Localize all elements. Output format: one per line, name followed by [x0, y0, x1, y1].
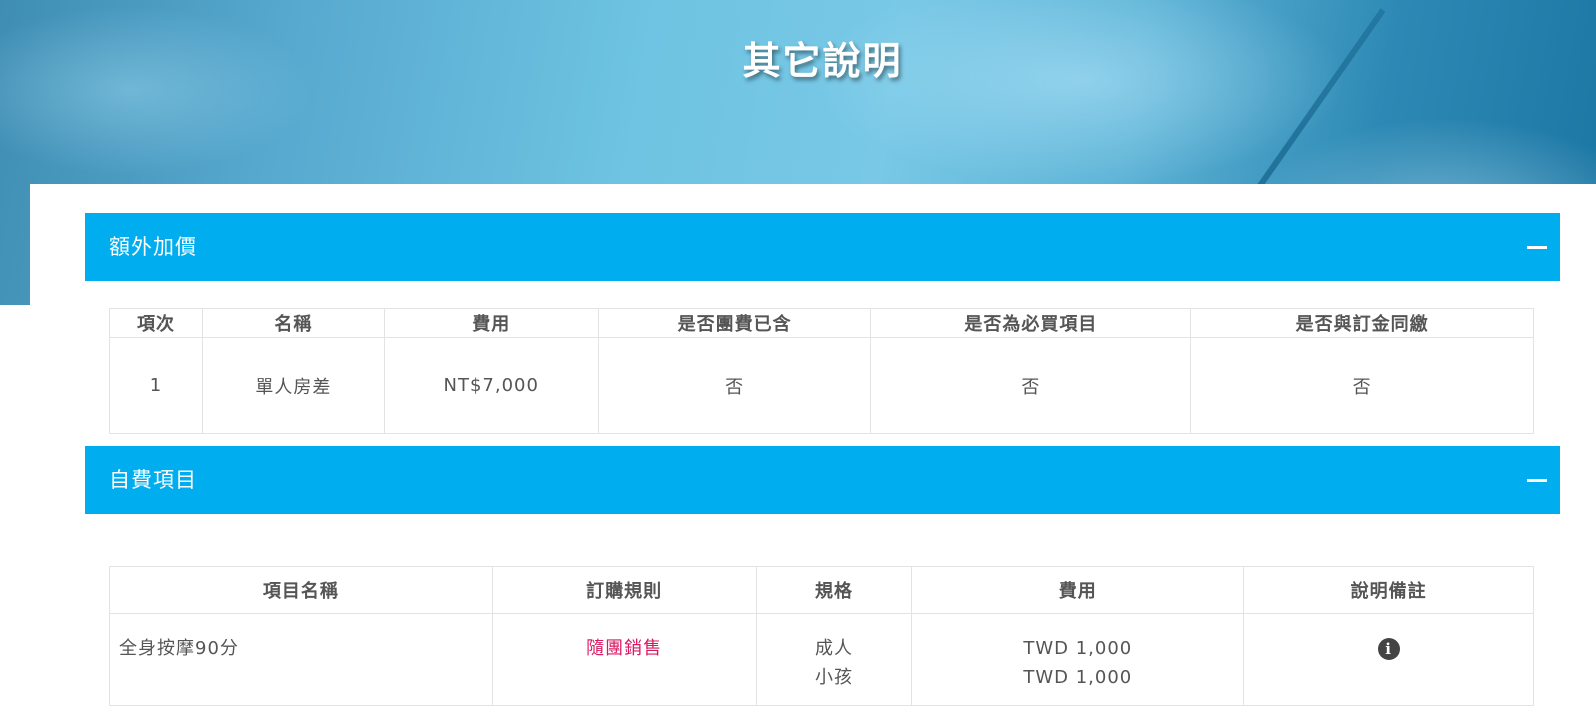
column-header: 規格: [755, 566, 913, 614]
column-header: 項目名稱: [109, 566, 493, 614]
table-row: 全身按摩90分 隨團銷售 成人 小孩 TWD 1,000 TWD 1,000 i: [109, 613, 1534, 706]
optional-items-table: 項目名稱 訂購規則 規格 費用 說明備註 全身按摩90分 隨團銷售 成人 小孩 …: [109, 566, 1534, 706]
content-panel: 額外加價 項次 名稱 費用 是否團費已含 是否為必買項目 是否與訂金同繳 1 單…: [30, 184, 1596, 726]
spec-child: 小孩: [814, 667, 853, 688]
item-required: 否: [870, 337, 1192, 434]
section-title: 自費項目: [109, 468, 197, 492]
item-fee: NT$7,000: [383, 337, 599, 434]
item-with-deposit: 否: [1190, 337, 1534, 434]
collapse-minus-icon[interactable]: [1522, 465, 1552, 495]
table-header-row: 項目名稱 訂購規則 規格 費用 說明備註: [109, 566, 1534, 614]
column-header: 是否團費已含: [597, 308, 872, 338]
column-header: 項次: [109, 308, 203, 338]
item-name: 單人房差: [201, 337, 385, 434]
spec-cell: 成人 小孩: [755, 613, 913, 706]
table-row: 1 單人房差 NT$7,000 否 否 否: [109, 337, 1534, 434]
column-header: 說明備註: [1243, 566, 1534, 614]
item-included: 否: [597, 337, 872, 434]
fee-cell: TWD 1,000 TWD 1,000: [911, 613, 1245, 706]
extra-charges-table: 項次 名稱 費用 是否團費已含 是否為必買項目 是否與訂金同繳 1 單人房差 N…: [109, 308, 1534, 434]
column-header: 名稱: [201, 308, 385, 338]
note-cell: i: [1243, 613, 1534, 706]
page-title: 其它說明: [742, 39, 903, 83]
fee-adult: TWD 1,000: [1023, 638, 1133, 659]
spec-adult: 成人: [814, 638, 853, 659]
item-index: 1: [109, 337, 203, 434]
fee-child: TWD 1,000: [1023, 667, 1133, 688]
section-header-optional-items[interactable]: 自費項目: [85, 446, 1560, 514]
column-header: 費用: [383, 308, 599, 338]
order-rule: 隨團銷售: [491, 613, 757, 706]
column-header: 費用: [911, 566, 1245, 614]
column-header: 訂購規則: [491, 566, 757, 614]
collapse-minus-icon[interactable]: [1522, 232, 1552, 262]
section-header-extra-charges[interactable]: 額外加價: [85, 213, 1560, 281]
table-header-row: 項次 名稱 費用 是否團費已含 是否為必買項目 是否與訂金同繳: [109, 308, 1534, 338]
info-circle-icon[interactable]: i: [1377, 638, 1400, 660]
column-header: 是否為必買項目: [870, 308, 1192, 338]
column-header: 是否與訂金同繳: [1190, 308, 1534, 338]
section-title: 額外加價: [109, 235, 197, 259]
optional-item-name: 全身按摩90分: [109, 613, 493, 706]
